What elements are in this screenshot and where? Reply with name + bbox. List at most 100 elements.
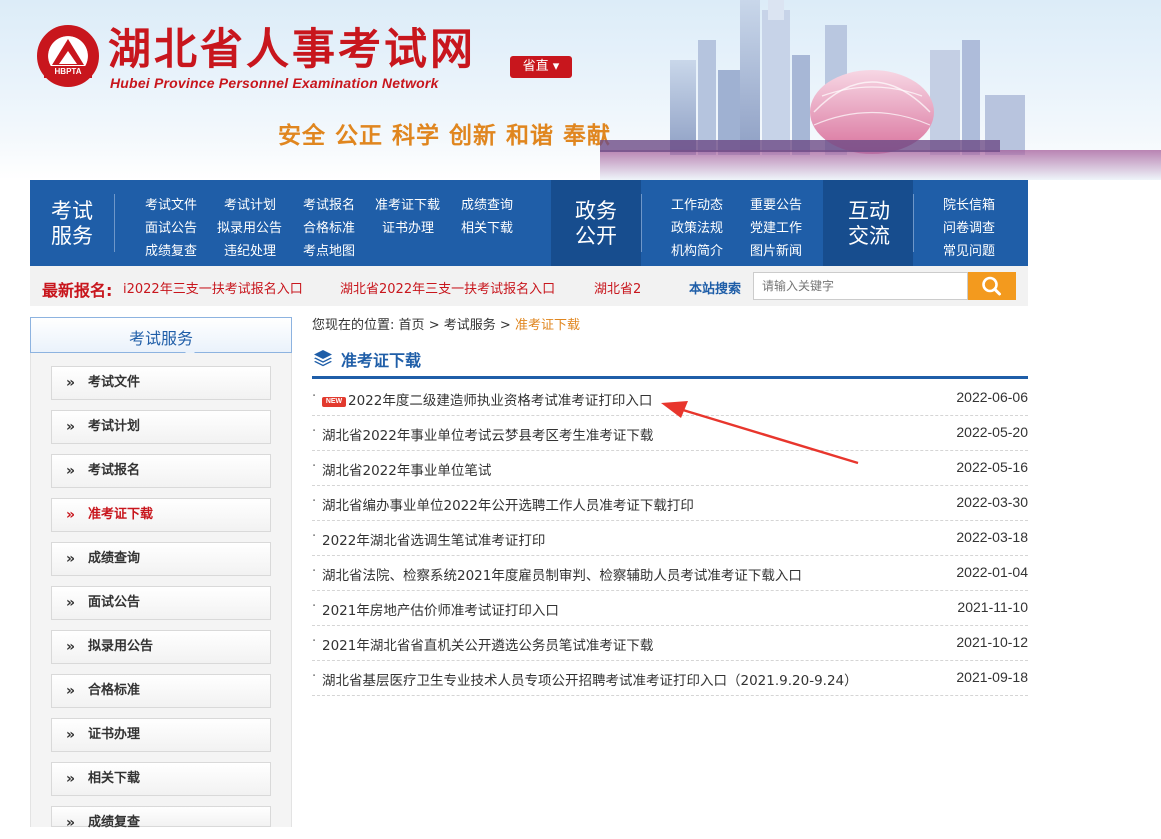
nav-link-work-news[interactable]: 工作动态	[671, 194, 723, 213]
latest-registration-bar: 最新报名: i2022年三支一扶考试报名入口 湖北省2022年三支一扶考试报名入…	[30, 266, 1028, 306]
bullet: ·	[312, 389, 317, 404]
sidebar-header: 考试服务	[30, 317, 292, 359]
sidebar-item-label: 准考证下载	[88, 507, 154, 522]
nav-link-survey[interactable]: 问卷调查	[943, 217, 995, 236]
nav-link-faq[interactable]: 常见问题	[943, 240, 995, 259]
section-title: 准考证下载	[341, 351, 422, 370]
sidebar-item-hire-notice[interactable]: » 拟录用公告	[51, 630, 271, 664]
nav-link-exam-plan[interactable]: 考试计划	[224, 194, 276, 213]
list-item[interactable]: · 湖北省法院、检察系统2021年度雇员制审判、检察辅助人员考试准考证下载入口 …	[312, 555, 1028, 591]
nav-link-exam-register[interactable]: 考试报名	[303, 194, 355, 213]
breadcrumb-separator: >	[428, 318, 440, 333]
article-title[interactable]: 湖北省基层医疗卫生专业技术人员专项公开招聘考试准考证打印入口（2021.9.20…	[322, 669, 858, 689]
nav-link-policy[interactable]: 政策法规	[671, 217, 723, 236]
sidebar-item-pass-standard[interactable]: » 合格标准	[51, 674, 271, 708]
list-item[interactable]: · 2021年房地产估价师准考试证打印入口 2021-11-10	[312, 590, 1028, 626]
bullet: ·	[312, 599, 317, 614]
nav-link-exam-docs[interactable]: 考试文件	[145, 194, 197, 213]
sidebar-item-label: 考试计划	[88, 419, 141, 434]
layers-icon	[314, 350, 332, 367]
logo-text: HBPTA	[44, 66, 92, 78]
sidebar-item-label: 拟录用公告	[88, 639, 154, 654]
region-dropdown-button[interactable]: 省直 ▾	[510, 56, 572, 78]
article-date: 2022-01-04	[956, 564, 1028, 580]
nav-interact-title[interactable]: 互动 交流	[841, 199, 897, 249]
article-title[interactable]: 湖北省2022年事业单位考试云梦县考区考生准考证下载	[322, 424, 653, 444]
list-item[interactable]: · 2022年湖北省选调生笔试准考证打印 2022-03-18	[312, 520, 1028, 556]
list-item[interactable]: · 2021年湖北省省直机关公开遴选公务员笔试准考证下载 2021-10-12	[312, 625, 1028, 661]
nav-link-party-work[interactable]: 党建工作	[750, 217, 802, 236]
nav-gov-open-title[interactable]: 政务 公开	[568, 199, 624, 249]
sidebar-item-label: 合格标准	[88, 683, 141, 698]
nav-link-org-intro[interactable]: 机构简介	[671, 240, 723, 259]
article-date: 2022-03-18	[956, 529, 1028, 545]
article-date: 2022-05-20	[956, 424, 1028, 440]
nav-divider	[913, 194, 914, 252]
list-item[interactable]: · 湖北省编办事业单位2022年公开选聘工作人员准考证下载打印 2022-03-…	[312, 485, 1028, 521]
sidebar-item-label: 成绩查询	[88, 551, 141, 566]
search-label: 本站搜索	[689, 282, 742, 297]
nav-link-violation[interactable]: 违纪处理	[224, 240, 276, 259]
article-title[interactable]: 湖北省编办事业单位2022年公开选聘工作人员准考证下载打印	[322, 494, 694, 514]
nav-link-score-review[interactable]: 成绩复查	[145, 240, 197, 259]
sidebar-item-label: 考试文件	[88, 375, 141, 390]
sidebar-item-exam-docs[interactable]: » 考试文件	[51, 366, 271, 400]
search-input[interactable]	[753, 272, 968, 300]
breadcrumb-home[interactable]: 首页	[399, 318, 425, 333]
sidebar-item-downloads[interactable]: » 相关下载	[51, 762, 271, 796]
article-date: 2021-11-10	[957, 599, 1028, 615]
nav-divider	[641, 194, 642, 252]
sidebar-item-exam-register[interactable]: » 考试报名	[51, 454, 271, 488]
site-title[interactable]: 湖北省人事考试网	[108, 24, 476, 76]
nav-link-interview-notice[interactable]: 面试公告	[145, 217, 197, 236]
sidebar-item-exam-plan[interactable]: » 考试计划	[51, 410, 271, 444]
search-button[interactable]	[968, 272, 1016, 300]
latest-item[interactable]: 湖北省2	[594, 278, 641, 297]
article-title[interactable]: NEW 2022年度二级建造师执业资格考试准考证打印入口	[322, 389, 652, 409]
article-title[interactable]: 2021年湖北省省直机关公开遴选公务员笔试准考证下载	[322, 634, 653, 654]
section-divider	[312, 376, 1028, 379]
article-title[interactable]: 湖北省2022年事业单位笔试	[322, 459, 491, 479]
sidebar-item-admission-download[interactable]: » 准考证下载	[51, 498, 271, 532]
nav-link-downloads[interactable]: 相关下载	[461, 217, 513, 236]
sidebar-item-score-review[interactable]: » 成绩复查	[51, 806, 271, 831]
nav-link-pass-standard[interactable]: 合格标准	[303, 217, 355, 236]
sidebar-item-score-query[interactable]: » 成绩查询	[51, 542, 271, 576]
bullet: ·	[312, 669, 317, 684]
site-logo-icon[interactable]: HBPTA	[37, 25, 99, 87]
new-badge-icon: NEW	[322, 397, 346, 407]
nav-link-admission-download[interactable]: 准考证下载	[375, 194, 440, 213]
nav-link-important-notice[interactable]: 重要公告	[750, 194, 802, 213]
article-title-text[interactable]: 2022年度二级建造师执业资格考试准考证打印入口	[348, 393, 652, 409]
list-item[interactable]: · 湖北省基层医疗卫生专业技术人员专项公开招聘考试准考证打印入口（2021.9.…	[312, 660, 1028, 696]
double-chevron-right-icon: »	[66, 419, 76, 435]
annotation-arrow-icon	[661, 401, 859, 465]
search-icon	[982, 276, 1001, 296]
article-title[interactable]: 湖北省法院、检察系统2021年度雇员制审判、检察辅助人员考试准考证下载入口	[322, 564, 802, 584]
sidebar-item-interview-notice[interactable]: » 面试公告	[51, 586, 271, 620]
article-title[interactable]: 2021年房地产估价师准考试证打印入口	[322, 599, 559, 619]
double-chevron-right-icon: »	[66, 771, 76, 787]
sidebar-item-certificate[interactable]: » 证书办理	[51, 718, 271, 752]
nav-link-score-query[interactable]: 成绩查询	[461, 194, 513, 213]
article-date: 2022-06-06	[956, 389, 1028, 405]
nav-link-hire-notice[interactable]: 拟录用公告	[217, 217, 282, 236]
article-title[interactable]: 2022年湖北省选调生笔试准考证打印	[322, 529, 545, 549]
article-date: 2022-05-16	[956, 459, 1028, 475]
latest-item[interactable]: i2022年三支一扶考试报名入口	[123, 278, 303, 297]
nav-link-director-mailbox[interactable]: 院长信箱	[943, 194, 995, 213]
latest-item[interactable]: 湖北省2022年三支一扶考试报名入口	[340, 278, 555, 297]
sidebar-item-label: 成绩复查	[88, 815, 141, 830]
nav-exam-service-title[interactable]: 考试 服务	[44, 199, 100, 249]
bullet: ·	[312, 459, 317, 474]
article-date: 2021-10-12	[956, 634, 1028, 650]
nav-link-certificate[interactable]: 证书办理	[382, 217, 434, 236]
double-chevron-right-icon: »	[66, 551, 76, 567]
double-chevron-right-icon: »	[66, 683, 76, 699]
bullet: ·	[312, 494, 317, 509]
nav-link-photo-news[interactable]: 图片新闻	[750, 240, 802, 259]
nav-link-exam-map[interactable]: 考点地图	[303, 240, 355, 259]
double-chevron-right-icon: »	[66, 507, 76, 523]
bullet: ·	[312, 634, 317, 649]
breadcrumb-section[interactable]: 考试服务	[444, 318, 496, 333]
